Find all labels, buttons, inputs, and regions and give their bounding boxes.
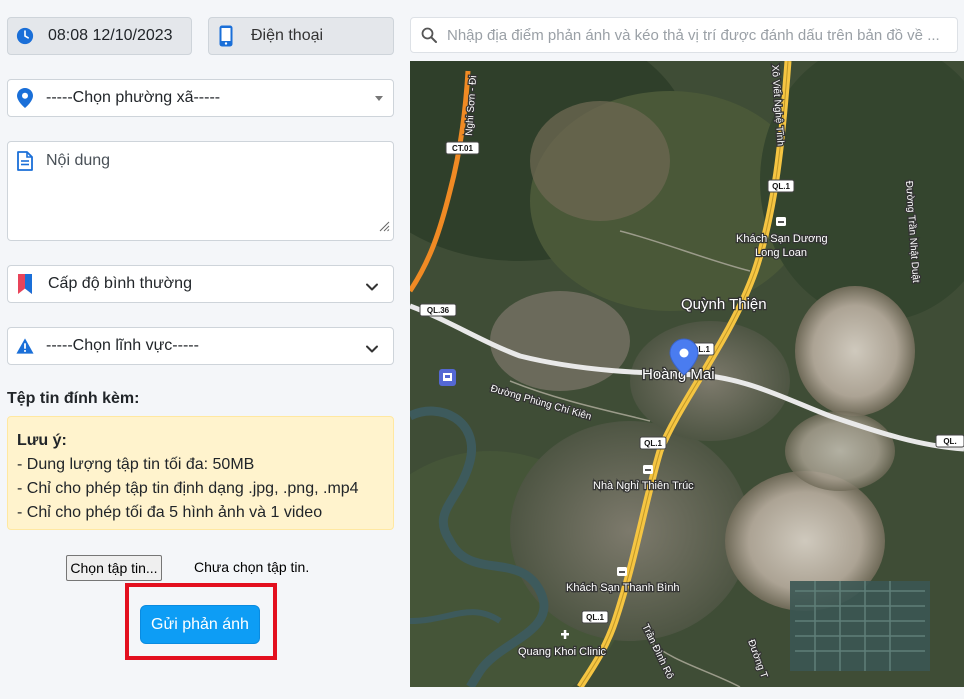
attachment-note: Lưu ý: - Dung lượng tập tin tối đa: 50MB…: [7, 416, 394, 530]
choose-file-button[interactable]: Chọn tập tin...: [66, 555, 162, 581]
field-select-value: -----Chọn lĩnh vực-----: [46, 337, 199, 354]
map-canvas[interactable]: CT.01 QL.1 QL.36 QL.1 QL.1 QL.1 QL. Nghi…: [410, 61, 964, 687]
clock-icon: [16, 25, 34, 47]
hotel-icon[interactable]: [643, 465, 653, 474]
attachment-label: Tệp tin đính kèm:: [7, 390, 140, 407]
note-line: - Chỉ cho phép tối đa 5 hình ảnh và 1 vi…: [17, 504, 323, 521]
svg-text:QL.1: QL.1: [772, 182, 790, 191]
hotel-icon[interactable]: [617, 567, 627, 576]
location-pin-icon: [16, 87, 34, 109]
resize-handle-icon[interactable]: [378, 219, 390, 237]
phone-label: Điện thoại: [251, 27, 324, 44]
map-search-bar[interactable]: [410, 17, 958, 53]
chevron-down-icon: [365, 279, 379, 297]
svg-text:QL.1: QL.1: [644, 439, 662, 448]
datetime-value: 08:08 12/10/2023: [48, 27, 173, 44]
no-file-status: Chưa chọn tập tin.: [194, 559, 310, 575]
svg-text:QL.36: QL.36: [427, 306, 450, 315]
note-line: - Chỉ cho phép tập tin định dạng .jpg, .…: [17, 480, 359, 497]
satellite-map[interactable]: CT.01 QL.1 QL.36 QL.1 QL.1 QL.1 QL. Nghi…: [410, 61, 964, 687]
svg-text:QL.1: QL.1: [586, 613, 604, 622]
content-textarea[interactable]: Nội dung: [7, 141, 394, 241]
warning-icon: [16, 335, 34, 357]
place-label-quang-khoi-clinic: Quang Khoi Clinic: [518, 646, 607, 658]
note-title: Lưu ý:: [17, 432, 67, 449]
ward-select-value: -----Chọn phường xã-----: [46, 89, 221, 106]
level-select-value: Cấp độ bình thường: [48, 275, 192, 292]
road-shield-ql: QL.: [935, 434, 964, 448]
submit-report-button[interactable]: Gửi phản ánh: [140, 605, 260, 644]
field-select[interactable]: -----Chọn lĩnh vực-----: [7, 327, 394, 365]
phone-icon: [217, 25, 235, 47]
map-search-input[interactable]: [447, 26, 947, 44]
document-icon: [16, 150, 34, 172]
report-form-panel: 08:08 12/10/2023 Điện thoại -----Chọn ph…: [0, 0, 400, 699]
search-icon: [421, 27, 437, 43]
datetime-field[interactable]: 08:08 12/10/2023: [7, 17, 192, 55]
road-shield-ql1: QL.1: [581, 610, 609, 624]
phone-field[interactable]: Điện thoại: [208, 17, 394, 55]
hotel-icon[interactable]: [776, 217, 786, 226]
content-placeholder: Nội dung: [46, 152, 111, 169]
place-label-nha-nghi-thien-truc: Nhà Nghỉ Thiên Trúc: [593, 480, 694, 492]
place-label-long-loan: Long Loan: [755, 247, 807, 259]
road-shield-ct01: CT.01: [445, 141, 480, 155]
road-shield-ql1: QL.1: [639, 436, 667, 450]
svg-text:CT.01: CT.01: [452, 144, 473, 153]
chevron-down-icon: [365, 341, 379, 359]
road-shield-ql1: QL.1: [767, 179, 795, 193]
note-line: - Dung lượng tập tin tối đa: 50MB: [17, 456, 255, 473]
svg-text:QL.: QL.: [943, 437, 956, 446]
place-label-khach-san-thanh-binh: Khách Sạn Thanh Bình: [566, 582, 680, 594]
train-station-icon[interactable]: [439, 369, 456, 386]
place-label-quynh-thien: Quỳnh Thiện: [681, 296, 767, 313]
road-shield-ql36: QL.36: [419, 303, 457, 317]
level-select[interactable]: Cấp độ bình thường: [7, 265, 394, 303]
bookmark-icon: [16, 273, 34, 295]
place-label-khach-san-duong: Khách Sạn Dương: [736, 233, 828, 245]
ward-select[interactable]: -----Chọn phường xã-----: [7, 79, 394, 117]
caret-down-icon: [375, 96, 383, 101]
